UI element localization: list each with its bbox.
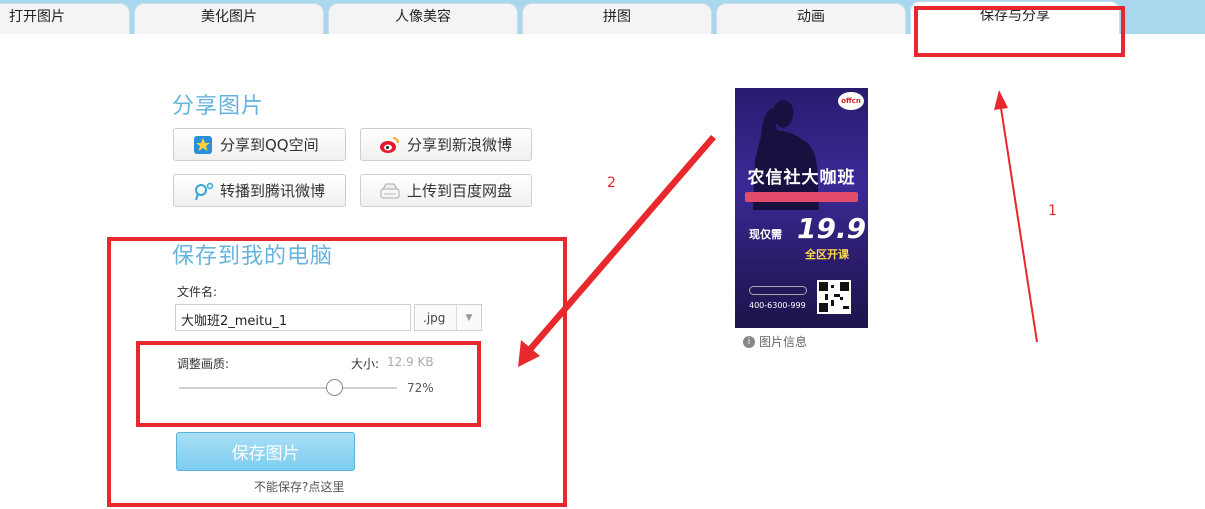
annotation-arrow-2 — [527, 135, 716, 352]
annotation-arrowhead-1 — [994, 90, 1008, 110]
annotation-arrows — [518, 90, 1038, 367]
annotation-number-1: 1 — [1048, 203, 1057, 219]
annotation-arrow-1 — [1000, 107, 1038, 343]
annotation-number-2: 2 — [607, 175, 616, 191]
meitu-save-share-page: 打开图片 美化图片 人像美容 拼图 动画 保存与分享 分享图片 分享到QQ空间 … — [0, 0, 1205, 509]
